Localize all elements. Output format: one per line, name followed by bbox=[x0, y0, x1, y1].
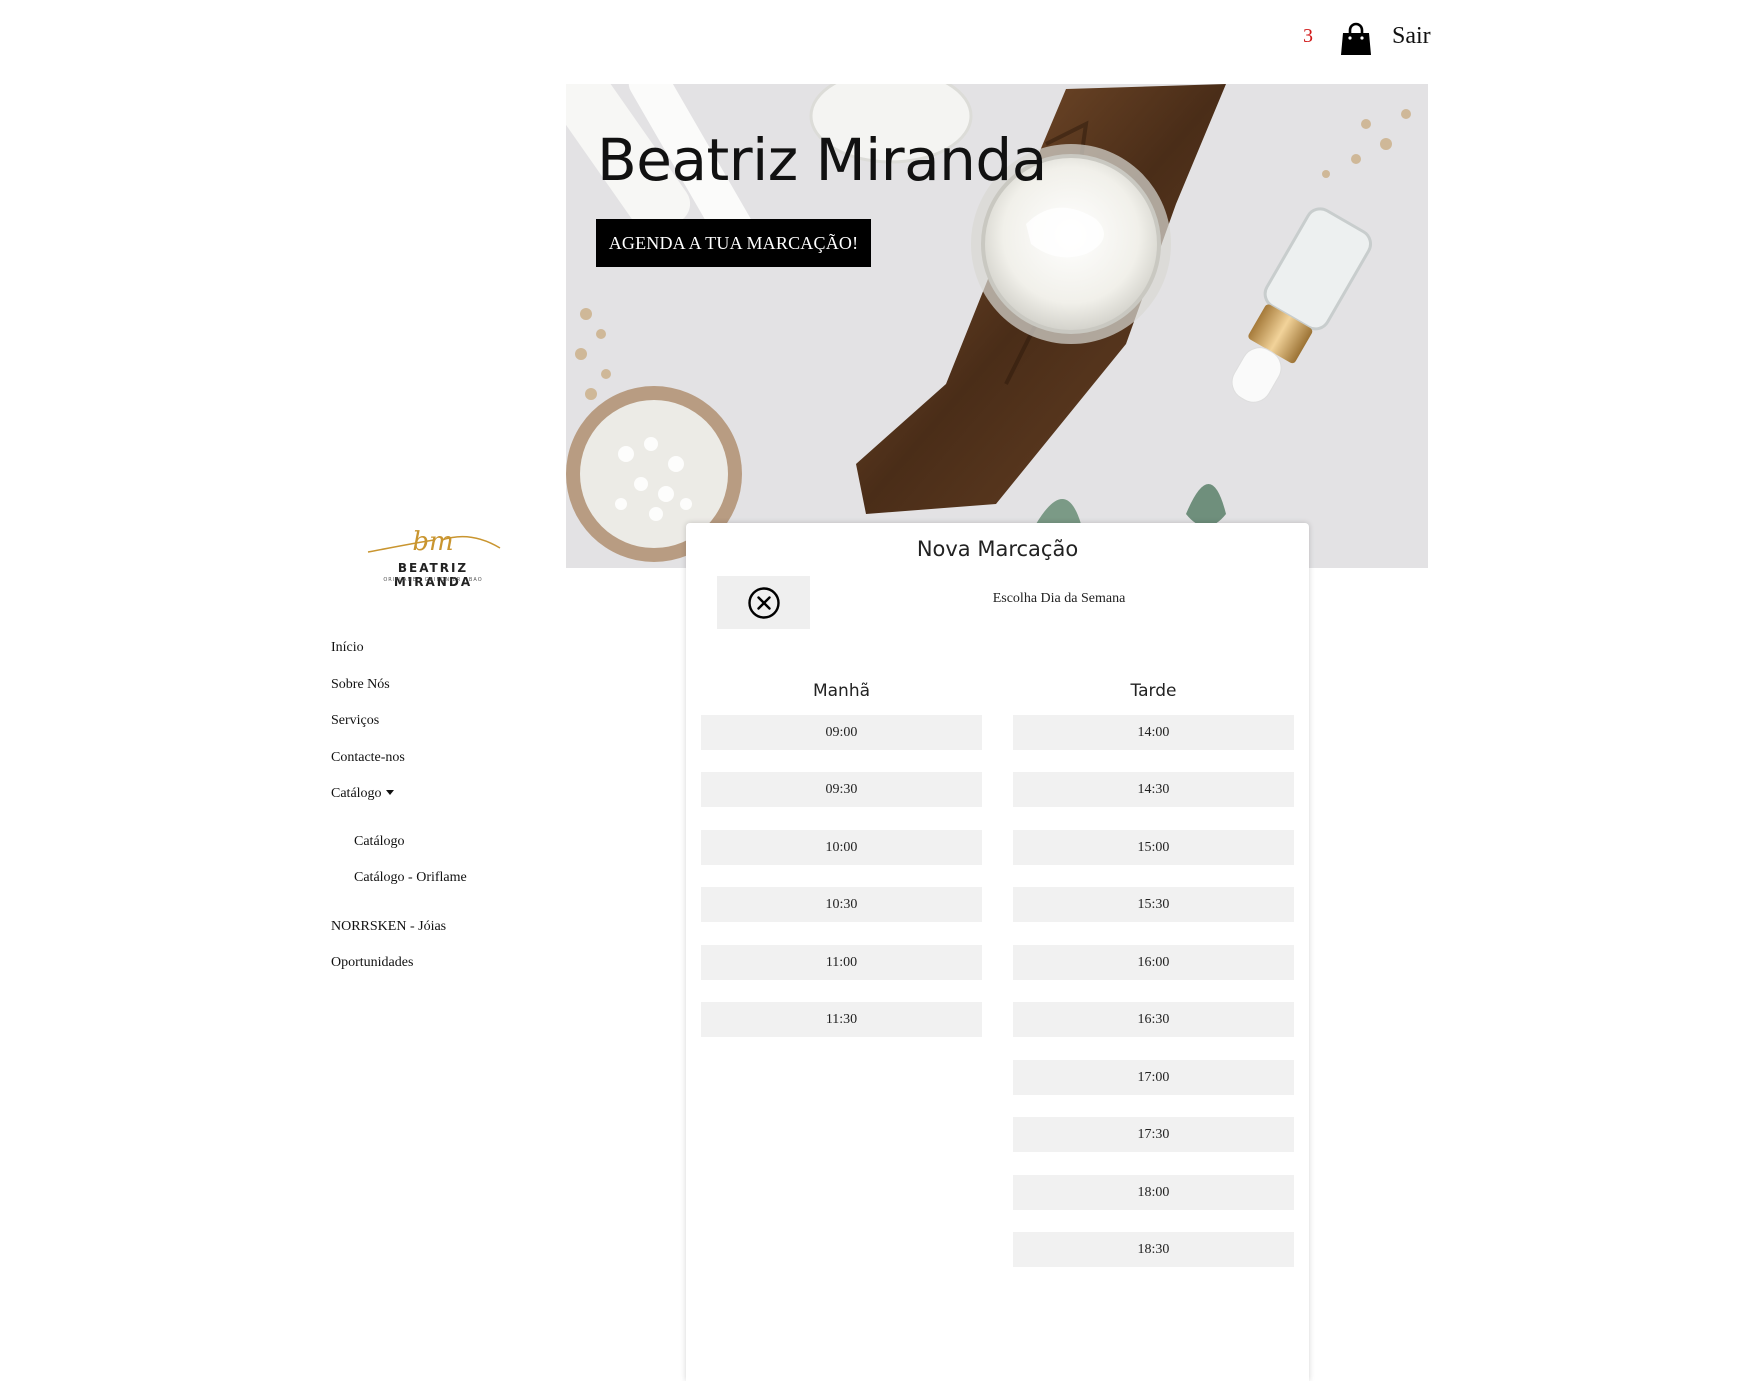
svg-text:bm: bm bbox=[412, 527, 453, 557]
time-slot-button[interactable]: 17:00 bbox=[1013, 1060, 1294, 1095]
caret-down-icon bbox=[385, 790, 394, 795]
time-slot-button[interactable]: 11:00 bbox=[701, 945, 982, 980]
time-slot-button[interactable]: 18:30 bbox=[1013, 1232, 1294, 1267]
close-button[interactable] bbox=[717, 576, 810, 629]
time-slot-button[interactable]: 10:30 bbox=[701, 887, 982, 922]
hero-title: Beatriz Miranda bbox=[597, 126, 1047, 194]
cart-count-badge: 3 bbox=[1303, 25, 1313, 47]
subnav-item-catalogo[interactable]: Catálogo bbox=[354, 834, 405, 850]
nav-item-sobre-nos[interactable]: Sobre Nós bbox=[331, 677, 390, 693]
choose-day-label: Escolha Dia da Semana bbox=[992, 591, 1126, 606]
time-slot-button[interactable]: 10:00 bbox=[701, 830, 982, 865]
modal-title: Nova Marcação bbox=[916, 537, 1079, 561]
logout-link[interactable]: Sair bbox=[1392, 23, 1431, 50]
time-slot-button[interactable]: 16:00 bbox=[1013, 945, 1294, 980]
nav-item-catalogo-label: Catálogo bbox=[331, 786, 382, 801]
nav-item-oportunidades[interactable]: Oportunidades bbox=[331, 955, 413, 971]
site-logo[interactable]: bm BEATRIZ MIRANDA ORIFLAME · GRIFONIER … bbox=[360, 522, 506, 589]
nav-item-norrsken-joias[interactable]: NORRSKEN - Jóias bbox=[331, 919, 446, 935]
logo-brand-name: BEATRIZ MIRANDA bbox=[393, 561, 473, 589]
time-slot-button[interactable]: 14:00 bbox=[1013, 715, 1294, 750]
time-slot-button[interactable]: 16:30 bbox=[1013, 1002, 1294, 1037]
time-slot-button[interactable]: 17:30 bbox=[1013, 1117, 1294, 1152]
time-slot-button[interactable]: 09:00 bbox=[701, 715, 982, 750]
nav-item-contacte-nos[interactable]: Contacte-nos bbox=[331, 750, 405, 766]
time-slot-button[interactable]: 11:30 bbox=[701, 1002, 982, 1037]
nav-item-catalogo[interactable]: Catálogo bbox=[331, 786, 394, 802]
nav-item-inicio[interactable]: Início bbox=[331, 640, 364, 656]
hero-banner: Beatriz Miranda AGENDA A TUA MARCAÇÃO! bbox=[566, 84, 1428, 568]
book-appointment-button[interactable]: AGENDA A TUA MARCAÇÃO! bbox=[596, 219, 871, 267]
time-slot-button[interactable]: 09:30 bbox=[701, 772, 982, 807]
nav-item-servicos[interactable]: Serviços bbox=[331, 713, 379, 729]
subnav-item-catalogo-oriflame[interactable]: Catálogo - Oriflame bbox=[354, 870, 467, 886]
morning-heading: Manhã bbox=[812, 681, 871, 701]
logo-tagline: ORIFLAME · GRIFONIER · BAO bbox=[383, 577, 483, 583]
new-appointment-modal: Nova Marcação Escolha Dia da Semana Manh… bbox=[686, 523, 1309, 1381]
time-slot-button[interactable]: 15:00 bbox=[1013, 830, 1294, 865]
logo-monogram: bm bbox=[367, 527, 501, 557]
afternoon-heading: Tarde bbox=[1130, 681, 1177, 701]
time-slot-button[interactable]: 15:30 bbox=[1013, 887, 1294, 922]
shopping-bag-icon[interactable] bbox=[1340, 22, 1372, 56]
close-circle-icon bbox=[747, 586, 780, 619]
time-slot-button[interactable]: 14:30 bbox=[1013, 772, 1294, 807]
time-slot-button[interactable]: 18:00 bbox=[1013, 1175, 1294, 1210]
